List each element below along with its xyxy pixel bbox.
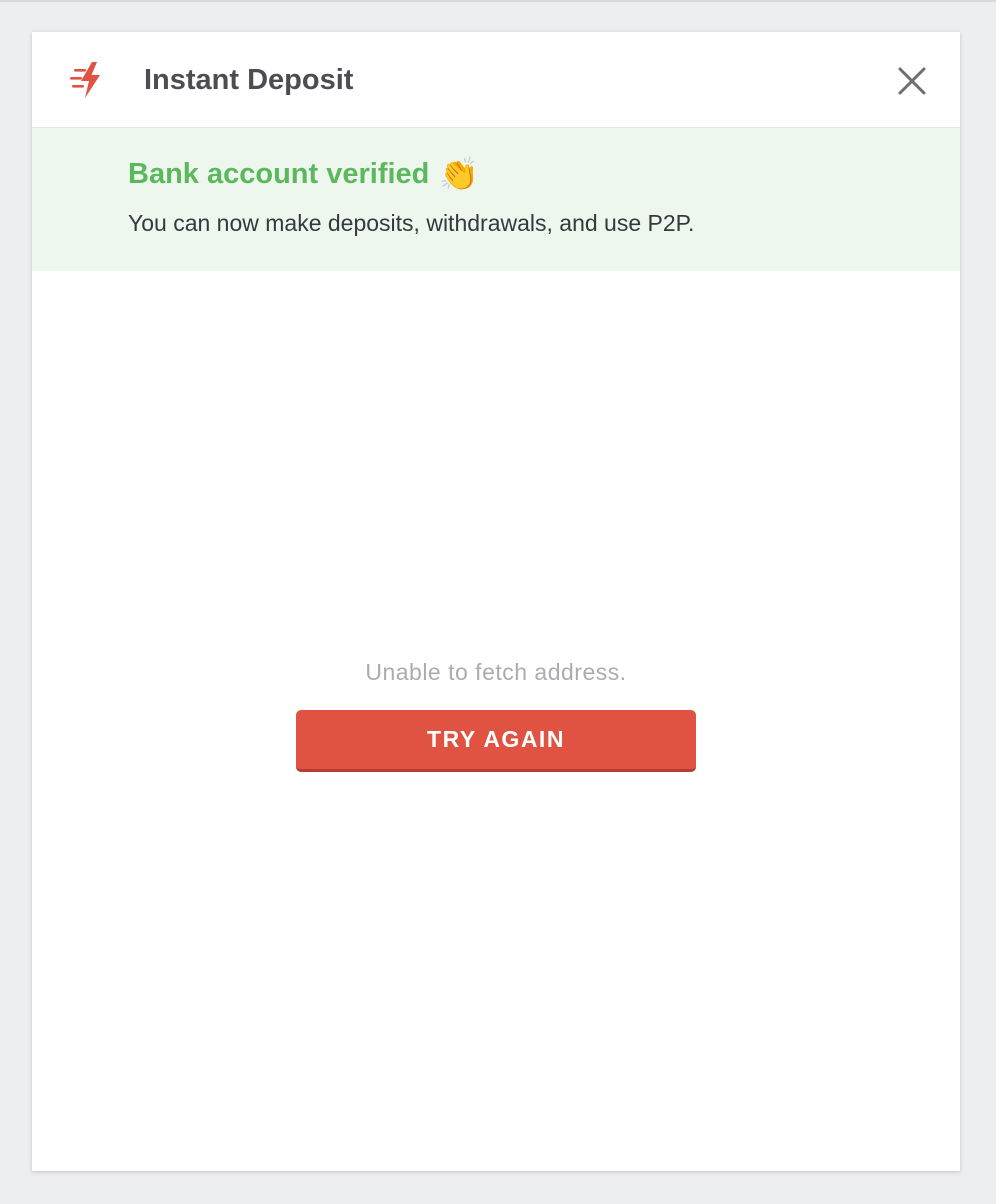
error-message: Unable to fetch address. — [365, 659, 627, 685]
try-again-button[interactable]: TRY AGAIN — [296, 710, 696, 772]
verification-banner: Bank account verified 👏 You can now make… — [32, 128, 960, 271]
modal-header: Instant Deposit — [32, 32, 960, 128]
banner-message: You can now make deposits, withdrawals, … — [128, 210, 695, 236]
banner-title: Bank account verified 👏 — [128, 156, 479, 192]
modal-title: Instant Deposit — [144, 64, 354, 96]
banner-title-text: Bank account verified — [128, 158, 430, 190]
clapping-hands-icon: 👏 — [439, 156, 480, 192]
close-icon[interactable] — [892, 61, 932, 101]
top-divider — [0, 0, 996, 2]
instant-bolt-icon — [68, 60, 108, 100]
instant-deposit-modal: Instant Deposit Bank account verified 👏 … — [32, 32, 960, 1171]
